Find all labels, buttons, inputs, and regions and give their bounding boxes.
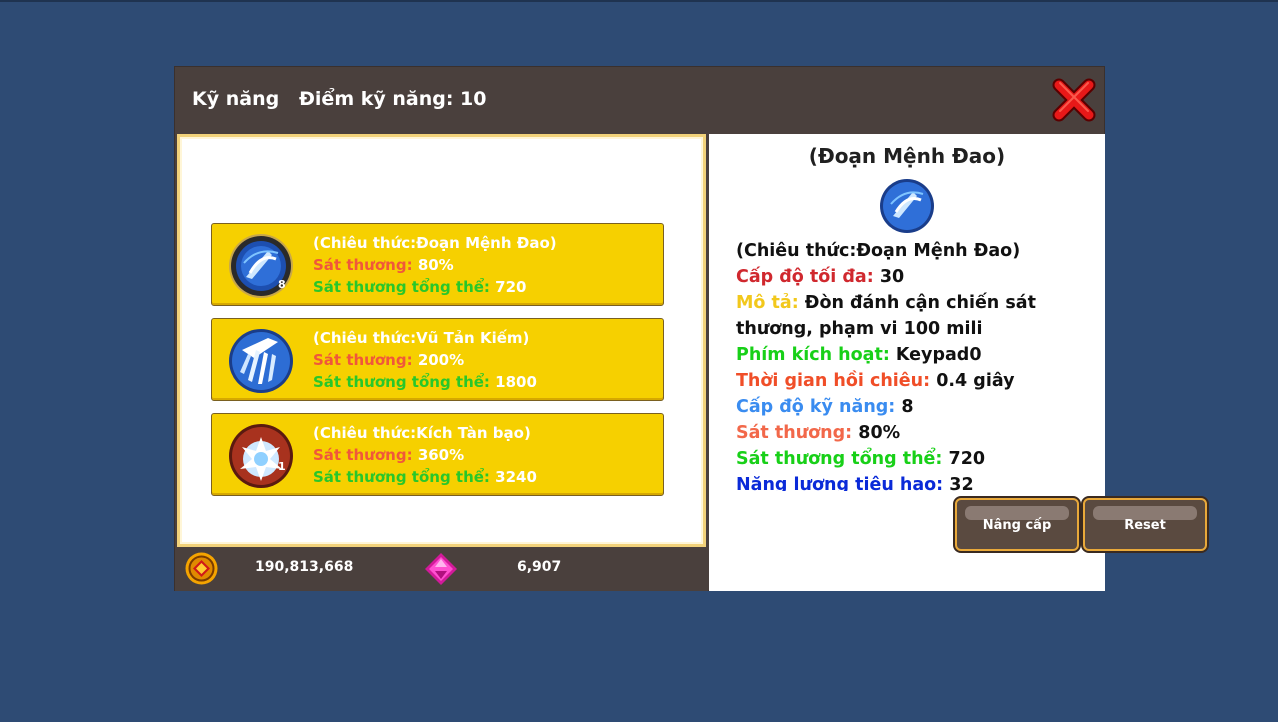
description-value: Đòn đánh cận chiến sát: [804, 293, 1036, 313]
total-damage-label: Sát thương tổng thể:: [313, 278, 490, 296]
detail-title: (Đoạn Mệnh Đao): [808, 144, 1006, 168]
damage-label: Sát thương:: [313, 256, 413, 274]
cooldown-value: 0.4 giây: [936, 371, 1015, 391]
skill-name: (Chiêu thức:Vũ Tản Kiếm): [313, 329, 530, 347]
damage-label: Sát thương:: [736, 423, 853, 443]
total-damage-value: 3240: [495, 468, 537, 486]
hotkey-value: Keypad0: [895, 345, 982, 365]
skill-window: Kỹ năng Điểm kỹ năng: 10 8 (Chiêu thức:Đ…: [174, 66, 1207, 591]
total-damage-label: Sát thương tổng thể:: [736, 449, 943, 469]
close-icon: [1052, 78, 1096, 122]
total-damage-value: 720: [948, 449, 986, 469]
energy-cost-label: Năng lượng tiêu hao:: [736, 475, 944, 491]
window-header: Kỹ năng Điểm kỹ năng: 10: [175, 67, 1106, 134]
detail-info: (Chiêu thức:Đoạn Mệnh Đao) Cấp độ tối đa…: [736, 238, 1076, 491]
damage-label: Sát thương:: [313, 446, 413, 464]
upgrade-button[interactable]: Nâng cấp: [955, 498, 1079, 551]
brutal-strike-icon: [228, 423, 294, 489]
total-damage-label: Sát thương tổng thể:: [313, 373, 490, 391]
close-button[interactable]: [1050, 77, 1098, 123]
cooldown-label: Thời gian hồi chiêu:: [736, 371, 931, 391]
hotkey-label: Phím kích hoạt:: [736, 345, 890, 365]
window-title: Kỹ năng: [192, 88, 280, 110]
skill-card[interactable]: 1 (Chiêu thức:Kích Tàn bạo) Sát thương: …: [211, 413, 664, 496]
total-damage-value: 1800: [495, 373, 537, 391]
damage-label: Sát thương:: [313, 351, 413, 369]
reset-button[interactable]: Reset: [1083, 498, 1207, 551]
skill-level-badge: 1: [278, 460, 286, 473]
skill-level-label: Cấp độ kỹ năng:: [736, 397, 896, 417]
max-level-label: Cấp độ tối đa:: [736, 267, 874, 287]
gem-amount: 6,907: [517, 559, 562, 575]
gold-coin-icon: [185, 552, 218, 585]
detail-skill-name: (Chiêu thức:Đoạn Mệnh Đao): [736, 241, 1021, 261]
skill-name: (Chiêu thức:Đoạn Mệnh Đao): [313, 234, 557, 252]
skill-card[interactable]: (Chiêu thức:Vũ Tản Kiếm) Sát thương: 200…: [211, 318, 664, 401]
skill-name: (Chiêu thức:Kích Tàn bạo): [313, 424, 531, 442]
skill-card[interactable]: 8 (Chiêu thức:Đoạn Mệnh Đao) Sát thương:…: [211, 223, 664, 306]
total-damage-label: Sát thương tổng thể:: [313, 468, 490, 486]
skill-list: 8 (Chiêu thức:Đoạn Mệnh Đao) Sát thương:…: [177, 134, 706, 547]
upgrade-button-label: Nâng cấp: [982, 518, 1052, 533]
total-damage-value: 720: [495, 278, 527, 296]
skill-level-value: 8: [901, 397, 914, 417]
skill-detail-panel: (Đoạn Mệnh Đao) (Chiêu thức:Đoạn Mệnh Đa…: [709, 134, 1207, 591]
description-label: Mô tả:: [736, 293, 799, 313]
reset-button-label: Reset: [1124, 518, 1166, 533]
pink-gem-icon: [423, 551, 459, 587]
top-edge: [0, 0, 1278, 2]
damage-value: 80%: [417, 256, 454, 274]
damage-value: 360%: [417, 446, 465, 464]
currency-bar: 190,813,668 6,907: [175, 547, 708, 591]
description-value-cont: thương, phạm vi 100 mili: [736, 319, 983, 339]
blade-slash-icon: [879, 178, 935, 234]
sword-rain-icon: [228, 328, 294, 394]
damage-value: 200%: [417, 351, 465, 369]
skill-points: Điểm kỹ năng: 10: [299, 88, 487, 110]
damage-value: 80%: [858, 423, 901, 443]
skill-level-badge: 8: [278, 278, 286, 291]
gold-amount: 190,813,668: [255, 559, 354, 575]
energy-cost-value: 32: [949, 475, 974, 491]
max-level-value: 30: [879, 267, 905, 287]
